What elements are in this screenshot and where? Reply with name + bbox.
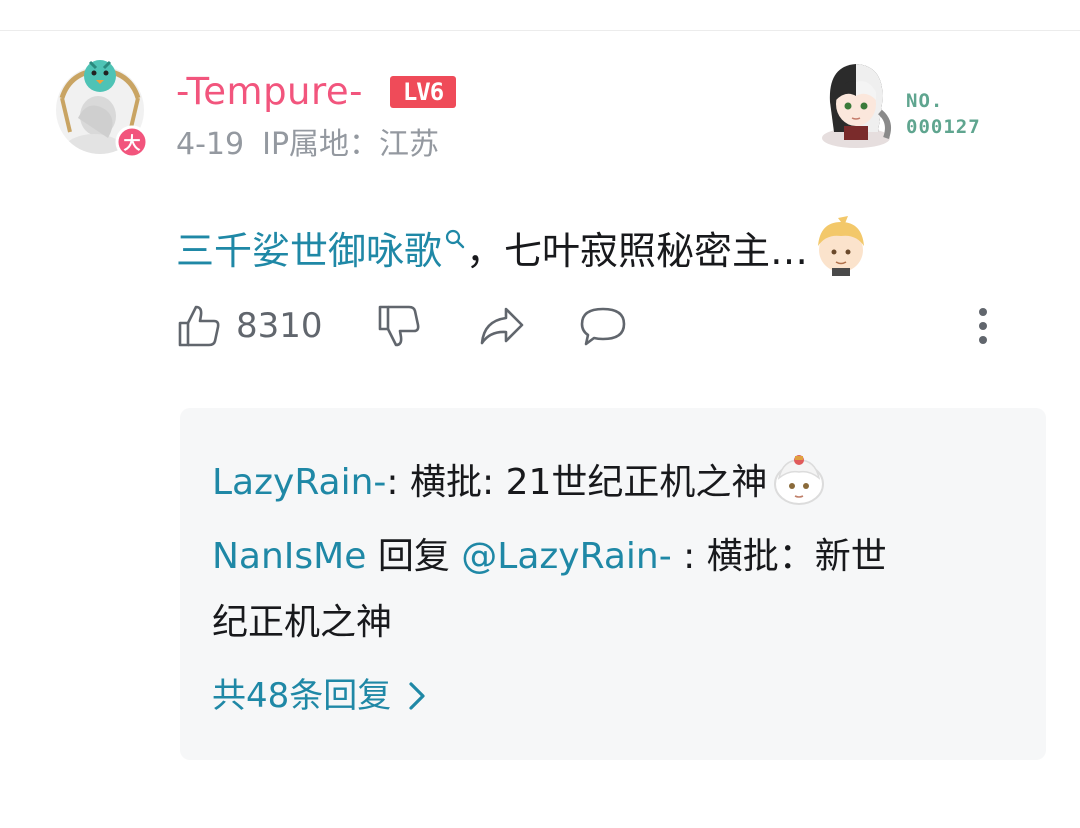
comment-icon [580, 307, 626, 346]
more-icon [979, 308, 987, 344]
search-icon[interactable] [444, 228, 466, 250]
topic-link[interactable]: 三千娑世御咏歌 [176, 229, 442, 273]
reply-text: 横批：新世 [706, 536, 887, 577]
thumbs-up-icon [178, 305, 220, 347]
thumbs-down-icon [378, 305, 420, 347]
reply-text: 横批: 21世纪正机之神 [410, 462, 768, 503]
level-badge: LV6 [390, 76, 456, 108]
dislike-button[interactable] [376, 298, 422, 354]
username[interactable]: -Tempure- [176, 70, 363, 114]
reply-username[interactable]: NanIsMe [212, 536, 366, 577]
comment-date: 4-19 [176, 127, 245, 162]
like-count: 8310 [236, 306, 323, 346]
avatar[interactable]: 大 [48, 58, 152, 162]
share-button[interactable] [478, 298, 526, 354]
comment-text: ，七叶寂照秘密主… [466, 229, 809, 273]
reply-item: LazyRain-: 横批: 21世纪正机之神 [212, 452, 831, 512]
action-bar: 8310 [176, 298, 996, 354]
reply-username[interactable]: LazyRain- [212, 462, 386, 503]
fan-label: NO. [906, 90, 944, 112]
like-button[interactable]: 8310 [176, 298, 323, 354]
reply-text-continued: 纪正机之神 [212, 602, 393, 643]
sticker-icon [818, 216, 865, 276]
fan-avatar[interactable] [808, 52, 904, 148]
fan-number-value: 000127 [906, 116, 981, 138]
more-replies-link[interactable]: 共48条回复 [212, 672, 433, 720]
reply-preview-box[interactable]: LazyRain-: 横批: 21世纪正机之神 NanIsMe 回复 @Lazy… [180, 408, 1046, 760]
ip-location: IP属地：江苏 [262, 127, 440, 162]
more-replies-label: 共48条回复 [212, 676, 392, 716]
share-icon [480, 307, 524, 345]
comment-meta: 4-19 IP属地：江苏 [176, 126, 439, 164]
comment-content: 三千娑世御咏歌 ，七叶寂照秘密主… [176, 212, 874, 278]
reply-button[interactable] [578, 298, 628, 354]
chevron-right-icon [409, 682, 425, 710]
fan-number: NO. 000127 [906, 88, 981, 140]
reply-item: NanIsMe 回复 @LazyRain- : 横批：新世 [212, 536, 887, 577]
more-button[interactable] [970, 298, 996, 354]
top-divider [0, 30, 1080, 31]
sticker-icon [774, 455, 825, 505]
reply-mention[interactable]: @LazyRain- [461, 536, 671, 577]
avatar-badge: 大 [124, 133, 141, 154]
